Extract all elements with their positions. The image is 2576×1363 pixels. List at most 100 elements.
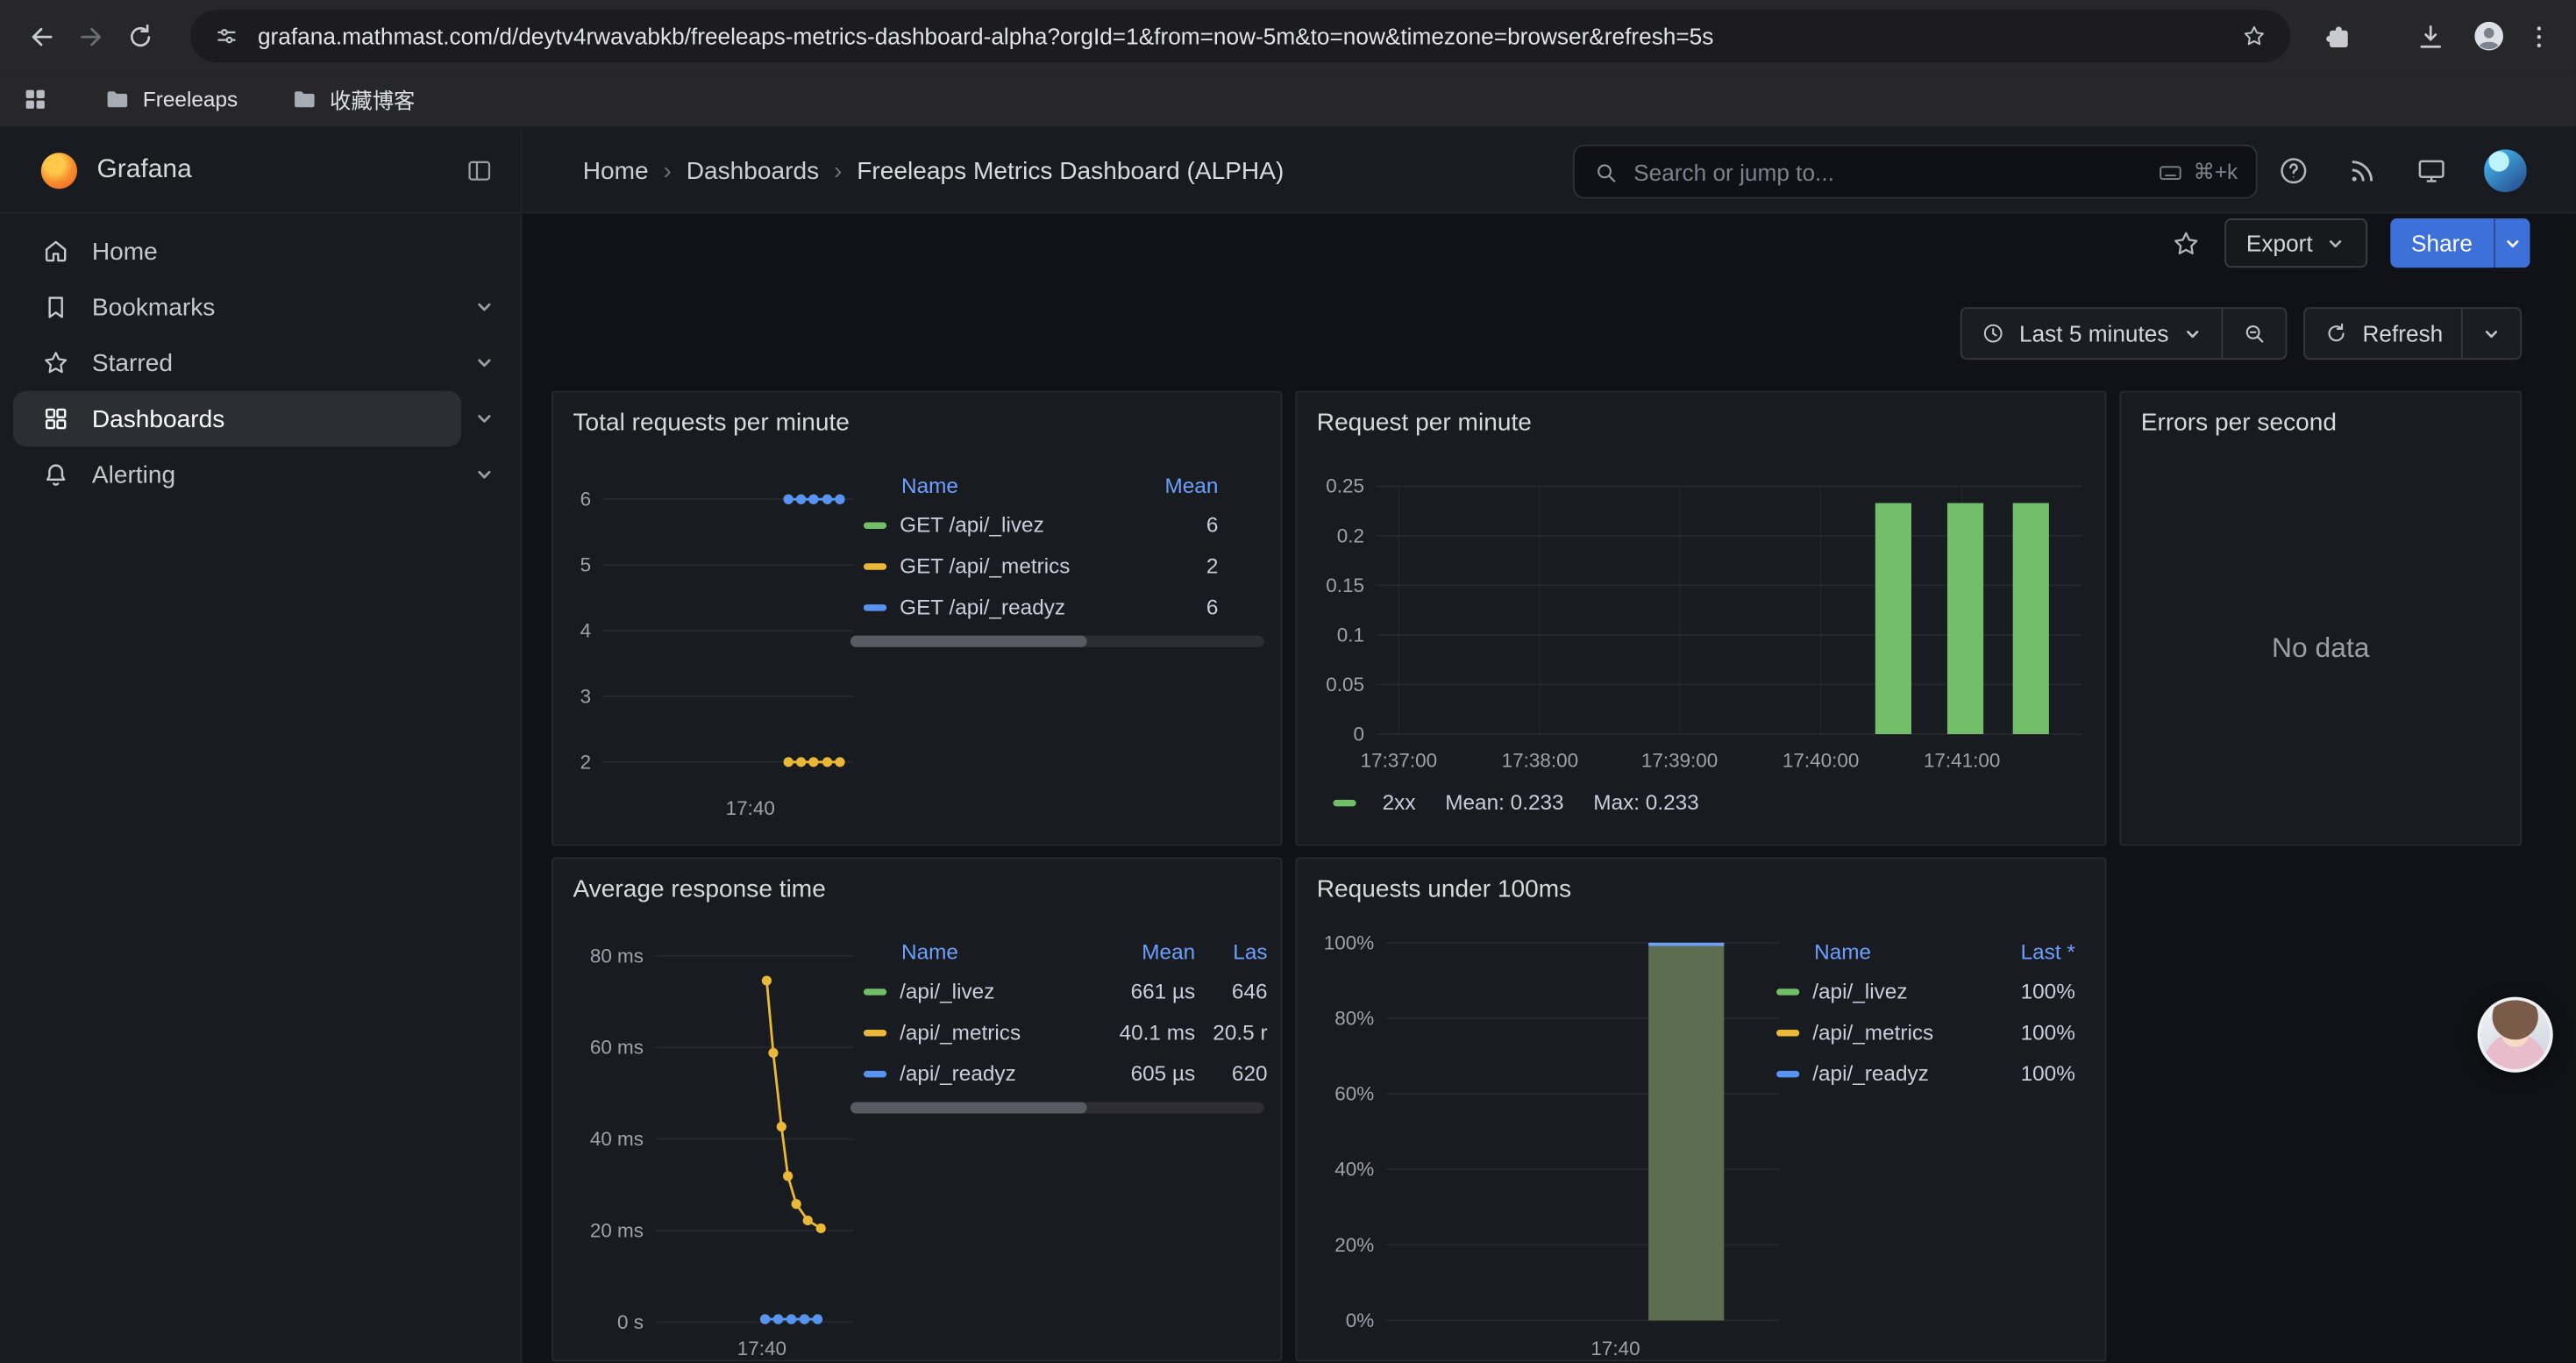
series-value: 100% bbox=[1983, 1061, 2075, 1086]
sidebar-item-pill[interactable]: Starred bbox=[13, 335, 461, 391]
legend-row[interactable]: GET /api/_metrics2 bbox=[850, 546, 1218, 587]
svg-text:4: 4 bbox=[580, 620, 592, 642]
legend-table: NameLast * /api/_livez100%/api/_metrics10… bbox=[1763, 931, 2075, 1094]
panel-average-response-time[interactable]: Average response time 80 ms60 ms40 ms20 … bbox=[551, 857, 1282, 1361]
bookmark-item[interactable]: 收藏博客 bbox=[290, 83, 415, 115]
panel-total-requests[interactable]: Total requests per minute 6543217:40 Nam… bbox=[551, 391, 1282, 846]
forward-button[interactable] bbox=[66, 11, 115, 61]
refresh-interval-dropdown[interactable] bbox=[2461, 309, 2520, 358]
legend-column-header[interactable]: Mean bbox=[1090, 938, 1195, 963]
panel-requests-under-100ms[interactable]: Requests under 100ms 100%80%60%40%20%0%1… bbox=[1295, 857, 2106, 1361]
series-mean: 661 µs bbox=[1090, 979, 1195, 1003]
sidebar-item-label: Home bbox=[92, 238, 158, 266]
bookmark-item[interactable]: Freeleaps bbox=[103, 85, 238, 113]
legend-column-header[interactable]: Las bbox=[1195, 938, 1267, 963]
site-settings-icon[interactable] bbox=[213, 23, 239, 49]
legend-column-header[interactable]: Last * bbox=[1983, 938, 2075, 963]
search-input[interactable]: Search or jump to... ⌘+k bbox=[1573, 145, 2258, 199]
dashboard-toolbar: Last 5 minutes Refresh bbox=[1960, 307, 2523, 360]
panel-title[interactable]: Request per minute bbox=[1297, 393, 2104, 452]
panel-title[interactable]: Errors per second bbox=[2121, 393, 2520, 452]
export-button[interactable]: Export bbox=[2225, 218, 2367, 268]
chevron-down-icon[interactable] bbox=[461, 407, 507, 430]
legend-column-name[interactable]: Name bbox=[1763, 938, 1983, 963]
series-last: 646 bbox=[1195, 979, 1267, 1003]
legend-series[interactable]: 2xx bbox=[1320, 790, 1415, 815]
sidebar-item-bookmarks[interactable]: Bookmarks bbox=[13, 279, 508, 335]
bookmark-star-icon[interactable] bbox=[2241, 23, 2267, 49]
breadcrumb-home[interactable]: Home bbox=[583, 157, 649, 185]
share-button[interactable]: Share bbox=[2390, 218, 2494, 268]
legend-row[interactable]: /api/_livez100% bbox=[1763, 971, 2075, 1012]
sidebar-item-alerting[interactable]: Alerting bbox=[13, 446, 508, 503]
refresh-button[interactable]: Refresh bbox=[2305, 309, 2461, 358]
legend-row[interactable]: /api/_readyz100% bbox=[1763, 1053, 2075, 1094]
sidebar-brand: Grafana bbox=[0, 128, 521, 213]
series-value: 2 bbox=[1120, 553, 1218, 578]
share-button-group: Share bbox=[2390, 218, 2530, 268]
time-range-label: Last 5 minutes bbox=[2019, 320, 2169, 346]
home-icon bbox=[41, 237, 71, 267]
browser-menu-icon[interactable] bbox=[2514, 11, 2563, 61]
floating-avatar[interactable] bbox=[2478, 997, 2553, 1073]
panel-title[interactable]: Average response time bbox=[553, 859, 1281, 917]
sidebar-item-starred[interactable]: Starred bbox=[13, 335, 508, 391]
legend-row[interactable]: /api/_metrics100% bbox=[1763, 1011, 2075, 1053]
reload-button[interactable] bbox=[115, 11, 164, 61]
sidebar-item-label: Bookmarks bbox=[92, 293, 215, 321]
legend-row[interactable]: /api/_livez661 µs646 bbox=[850, 971, 1268, 1012]
grafana-logo[interactable] bbox=[41, 152, 77, 188]
sidebar-item-pill[interactable]: Home bbox=[13, 224, 461, 280]
extensions-icon[interactable] bbox=[2313, 11, 2362, 61]
legend-column-name[interactable]: Name bbox=[850, 472, 1120, 496]
help-icon[interactable] bbox=[2277, 154, 2309, 187]
url-text[interactable]: grafana.mathmast.com/d/deytv4rwavabkb/fr… bbox=[258, 23, 2224, 49]
sidebar-toggle-icon[interactable] bbox=[465, 155, 495, 185]
profile-avatar[interactable] bbox=[2465, 11, 2514, 61]
panel-title[interactable]: Requests under 100ms bbox=[1297, 859, 2104, 917]
panel-request-per-minute[interactable]: Request per minute 0.250.20.150.10.05017… bbox=[1295, 391, 2106, 846]
panel-errors-per-second[interactable]: Errors per second No data bbox=[2119, 391, 2522, 846]
legend-column-name[interactable]: Name bbox=[850, 938, 1090, 963]
sidebar-item-dashboards[interactable]: Dashboards bbox=[13, 391, 508, 447]
legend-row[interactable]: GET /api/_livez6 bbox=[850, 504, 1218, 546]
url-bar[interactable]: grafana.mathmast.com/d/deytv4rwavabkb/fr… bbox=[190, 10, 2290, 62]
svg-text:17:37:00: 17:37:00 bbox=[1361, 749, 1437, 771]
user-avatar[interactable] bbox=[2484, 149, 2527, 192]
zoom-out-icon bbox=[2241, 320, 2267, 346]
chevron-down-icon[interactable] bbox=[461, 296, 507, 318]
series-color-swatch bbox=[864, 988, 886, 994]
legend-column-header[interactable]: Mean bbox=[1120, 472, 1218, 496]
series-value: 6 bbox=[1120, 595, 1218, 619]
scrollbar-thumb[interactable] bbox=[850, 1102, 1086, 1113]
downloads-icon[interactable] bbox=[2405, 11, 2454, 61]
sidebar-item-pill[interactable]: Alerting bbox=[13, 446, 461, 503]
series-mean: 605 µs bbox=[1090, 1061, 1195, 1086]
search-placeholder: Search or jump to... bbox=[1633, 159, 2157, 185]
chevron-down-icon[interactable] bbox=[461, 463, 507, 486]
panel-title[interactable]: Total requests per minute bbox=[553, 393, 1281, 452]
zoom-out-button[interactable] bbox=[2221, 309, 2285, 358]
legend-row[interactable]: GET /api/_readyz6 bbox=[850, 586, 1218, 627]
series-value: 100% bbox=[1983, 1020, 2075, 1045]
legend-row[interactable]: /api/_readyz605 µs620 bbox=[850, 1053, 1268, 1094]
back-button[interactable] bbox=[17, 11, 66, 61]
share-dropdown-icon[interactable] bbox=[2494, 218, 2530, 268]
scrollbar-thumb[interactable] bbox=[850, 636, 1086, 647]
breadcrumb-dashboards[interactable]: Dashboards bbox=[687, 157, 819, 185]
favorite-star-icon[interactable] bbox=[2171, 227, 2202, 259]
legend-scrollbar[interactable] bbox=[850, 636, 1264, 647]
monitor-icon[interactable] bbox=[2415, 154, 2447, 187]
chevron-down-icon bbox=[2480, 323, 2501, 344]
sidebar-item-pill[interactable]: Bookmarks bbox=[13, 279, 461, 335]
time-range-picker[interactable]: Last 5 minutes bbox=[1961, 309, 2221, 358]
series-color-swatch bbox=[864, 522, 886, 528]
legend-row[interactable]: /api/_metrics40.1 ms20.5 r bbox=[850, 1011, 1268, 1053]
apps-grid-icon[interactable] bbox=[21, 85, 49, 113]
sidebar-item-home[interactable]: Home bbox=[13, 224, 508, 280]
chevron-down-icon[interactable] bbox=[461, 352, 507, 375]
legend-scrollbar[interactable] bbox=[850, 1102, 1264, 1113]
news-rss-icon[interactable] bbox=[2346, 154, 2379, 187]
sidebar-item-pill[interactable]: Dashboards bbox=[13, 391, 461, 447]
star-icon bbox=[41, 348, 71, 378]
